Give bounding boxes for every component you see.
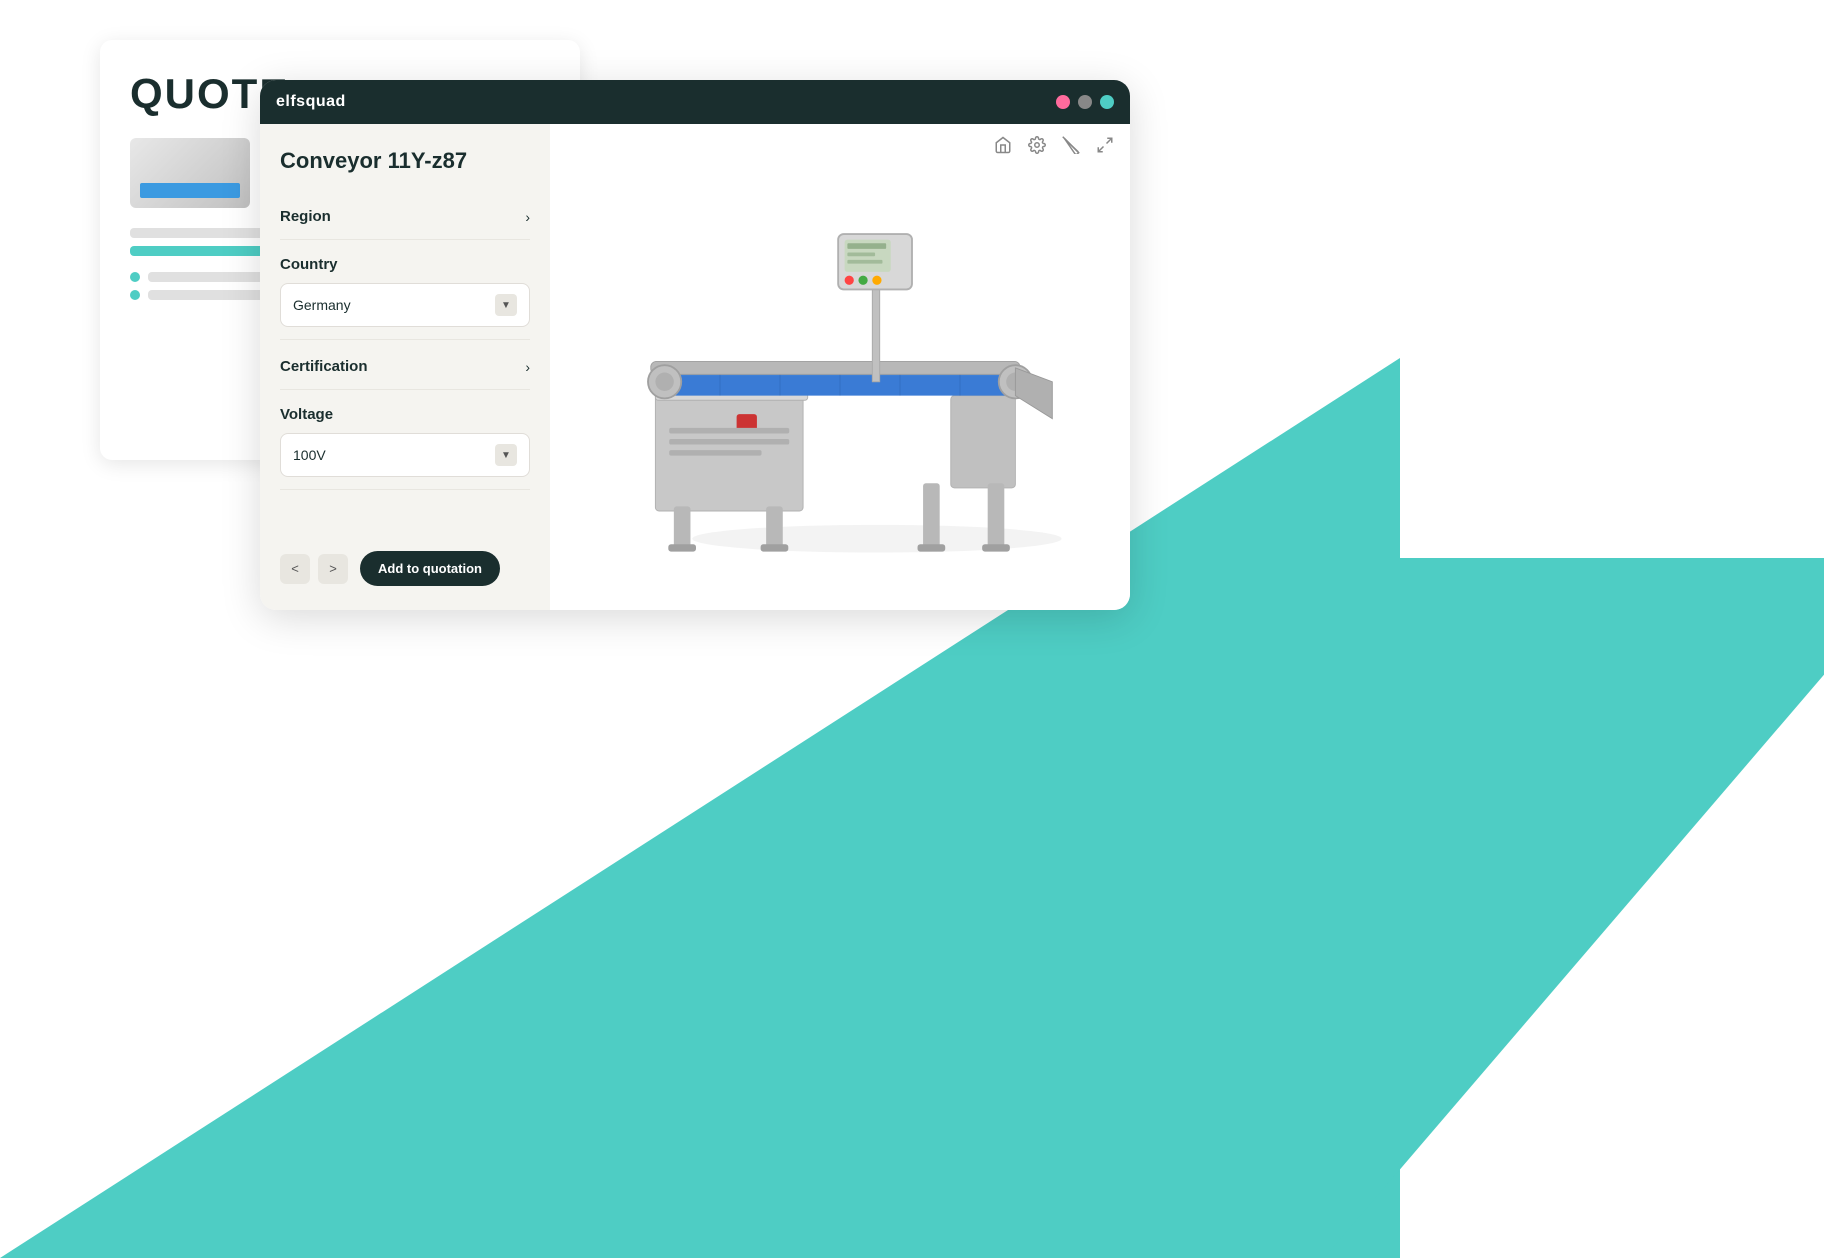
- certification-section: Certification ›: [280, 344, 530, 390]
- add-quotation-button[interactable]: Add to quotation: [360, 551, 500, 586]
- certification-row[interactable]: Certification ›: [280, 344, 530, 390]
- home-icon[interactable]: [994, 136, 1012, 159]
- bottom-nav: < > Add to quotation: [280, 535, 530, 586]
- product-image-area: [550, 171, 1130, 610]
- voltage-section: Voltage 100V ▼: [280, 394, 530, 490]
- next-button[interactable]: >: [318, 554, 348, 584]
- quote-bg-dot-1: [130, 272, 140, 282]
- country-select[interactable]: Germany ▼: [280, 283, 530, 327]
- region-label: Region: [280, 208, 331, 225]
- quote-bg-dot-2: [130, 290, 140, 300]
- browser-brand: elfsquad: [276, 93, 346, 111]
- voltage-select[interactable]: 100V ▼: [280, 433, 530, 477]
- browser-window: elfsquad Conveyor 11Y-z87 Region › Count…: [260, 80, 1130, 610]
- browser-dots: [1056, 95, 1114, 109]
- country-dropdown-arrow: ▼: [495, 294, 517, 316]
- prev-button[interactable]: <: [280, 554, 310, 584]
- voltage-dropdown-arrow: ▼: [495, 444, 517, 466]
- quote-bg-product-image: [130, 138, 250, 208]
- dot-gray: [1078, 95, 1092, 109]
- certification-chevron: ›: [525, 359, 530, 375]
- country-section: Country Germany ▼: [280, 244, 530, 340]
- teal-triangle-right: [1324, 558, 1824, 1258]
- conveyor-svg: [600, 221, 1080, 561]
- browser-content: Conveyor 11Y-z87 Region › Country German…: [260, 124, 1130, 610]
- voltage-label: Voltage: [280, 406, 530, 423]
- product-title: Conveyor 11Y-z87: [280, 148, 530, 174]
- region-row[interactable]: Region ›: [280, 194, 530, 240]
- right-panel: [550, 124, 1130, 610]
- left-panel: Conveyor 11Y-z87 Region › Country German…: [260, 124, 550, 610]
- voltage-value: 100V: [293, 447, 326, 463]
- dot-pink: [1056, 95, 1070, 109]
- region-section: Region ›: [280, 194, 530, 240]
- browser-titlebar: elfsquad: [260, 80, 1130, 124]
- settings-icon[interactable]: [1028, 136, 1046, 159]
- toolbar: [550, 124, 1130, 171]
- tag-icon[interactable]: [1062, 136, 1080, 159]
- certification-label: Certification: [280, 358, 368, 375]
- dot-teal-small: [1100, 95, 1114, 109]
- country-label: Country: [280, 256, 530, 273]
- region-chevron: ›: [525, 209, 530, 225]
- expand-icon[interactable]: [1096, 136, 1114, 159]
- country-value: Germany: [293, 297, 351, 313]
